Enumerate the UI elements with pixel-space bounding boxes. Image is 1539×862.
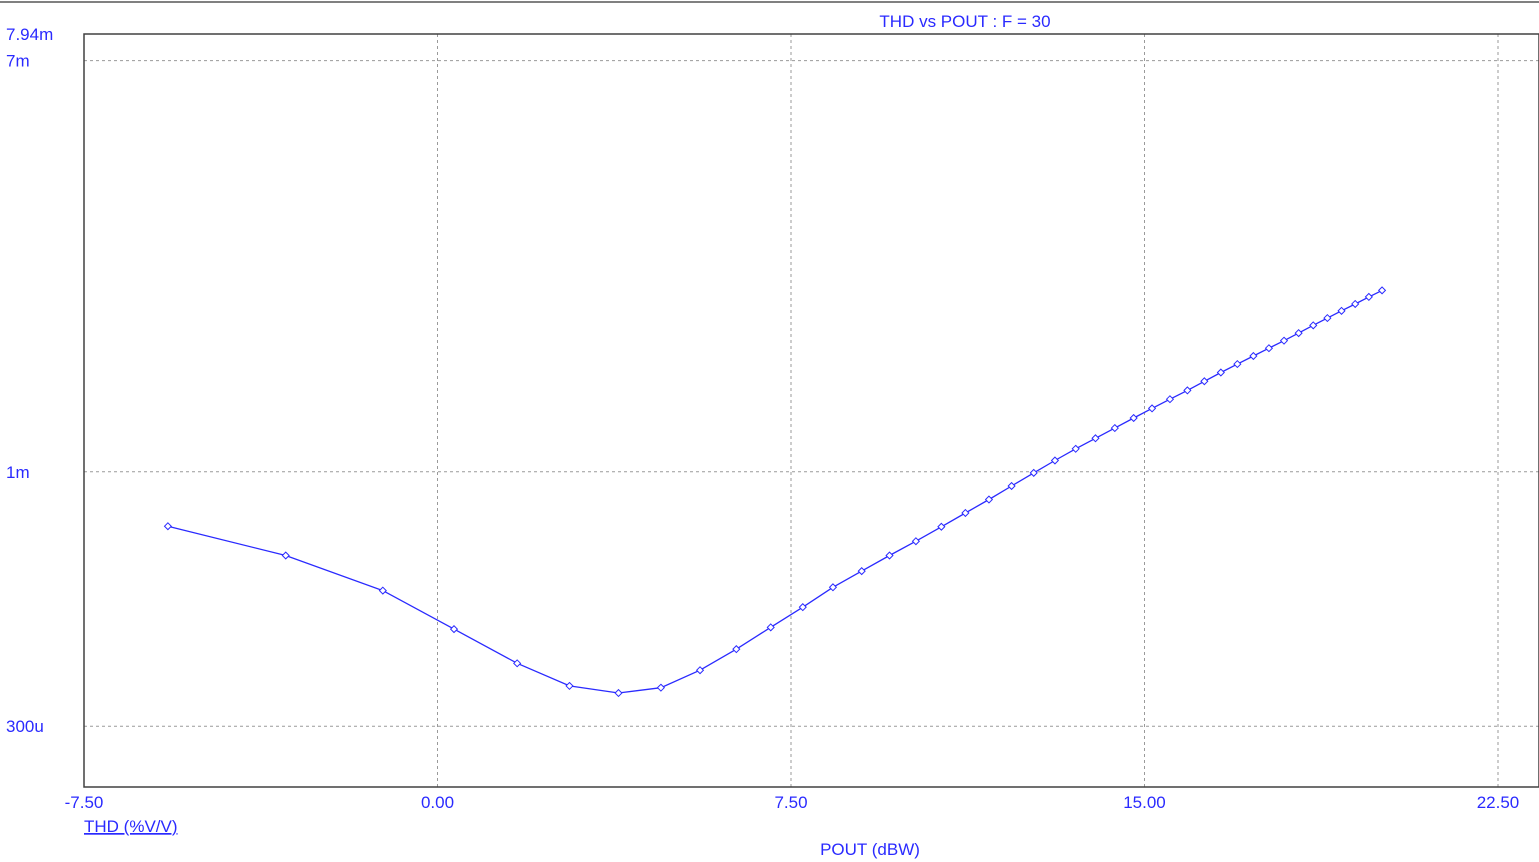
data-point-marker bbox=[1029, 468, 1038, 477]
data-point-marker bbox=[1050, 456, 1060, 465]
data-point-marker bbox=[378, 586, 387, 595]
y-tick-label: 1m bbox=[6, 463, 30, 482]
data-point-marker bbox=[449, 625, 459, 634]
data-point-marker bbox=[1183, 386, 1192, 395]
data-point-marker bbox=[1264, 344, 1274, 353]
chart-title: THD vs POUT : F = 30 bbox=[879, 12, 1050, 31]
legend-entry-thd[interactable]: THD (%V/V) bbox=[84, 817, 178, 836]
data-point-marker bbox=[1249, 351, 1258, 361]
data-point-marker bbox=[732, 645, 741, 654]
series-thd bbox=[163, 286, 1387, 698]
data-point-marker bbox=[1147, 404, 1157, 413]
data-point-marker bbox=[1216, 368, 1225, 377]
data-point-marker bbox=[937, 522, 946, 531]
data-point-marker bbox=[857, 567, 866, 576]
x-axis-label: POUT (dBW) bbox=[820, 840, 920, 859]
data-point-marker bbox=[1110, 423, 1119, 433]
data-point-marker bbox=[984, 495, 994, 504]
data-point-marker bbox=[1364, 292, 1373, 302]
data-point-marker bbox=[1279, 336, 1289, 345]
y-tick-label: 300u bbox=[6, 717, 44, 736]
plot-area-frame bbox=[83, 33, 1539, 788]
chart-plot: THD vs POUT : F = 30 7.94m 7m 1m 300u -7.50… bbox=[0, 1, 1539, 859]
x-tick-label: 22.50 bbox=[1477, 793, 1520, 812]
data-point-marker bbox=[1377, 286, 1387, 295]
data-point-marker bbox=[281, 551, 290, 560]
chart-window: THD vs POUT : F = 30 7.94m 7m 1m 300u -7.50… bbox=[0, 0, 1539, 862]
data-point-marker bbox=[911, 537, 921, 546]
data-point-marker bbox=[1323, 313, 1332, 323]
data-point-marker bbox=[565, 681, 574, 691]
data-point-marker bbox=[1351, 299, 1360, 309]
x-tick-label: 0.00 bbox=[421, 793, 454, 812]
data-point-marker bbox=[513, 659, 522, 668]
data-point-marker bbox=[1071, 444, 1080, 453]
y-tick-label: 7.94m bbox=[6, 25, 53, 44]
data-point-marker bbox=[961, 508, 970, 518]
series-line bbox=[167, 289, 1383, 694]
data-point-marker bbox=[1233, 359, 1242, 369]
data-point-marker bbox=[695, 666, 705, 675]
data-point-marker bbox=[1091, 434, 1100, 443]
x-tick-label: 7.50 bbox=[774, 793, 807, 812]
data-point-marker bbox=[1309, 321, 1318, 330]
data-point-marker bbox=[1337, 306, 1346, 315]
data-point-marker bbox=[798, 603, 807, 612]
data-point-marker bbox=[1165, 395, 1175, 404]
data-point-marker bbox=[1129, 413, 1138, 423]
x-tick-label: -7.50 bbox=[65, 793, 104, 812]
data-point-marker bbox=[614, 688, 623, 698]
x-tick-label: 15.00 bbox=[1123, 793, 1166, 812]
y-tick-labels: 7.94m 7m 1m 300u bbox=[6, 25, 53, 736]
data-point-marker bbox=[1294, 328, 1303, 338]
data-point-marker bbox=[828, 583, 838, 592]
data-point-marker bbox=[1200, 377, 1209, 386]
data-point-marker bbox=[766, 623, 775, 632]
data-point-marker bbox=[1007, 481, 1016, 491]
x-tick-labels: -7.50 0.00 7.50 15.00 22.50 bbox=[65, 793, 1520, 812]
data-point-marker bbox=[885, 551, 894, 560]
y-tick-label: 7m bbox=[6, 52, 30, 71]
data-point-marker bbox=[163, 522, 173, 531]
grid-lines bbox=[84, 34, 1539, 787]
data-point-marker bbox=[656, 683, 666, 692]
